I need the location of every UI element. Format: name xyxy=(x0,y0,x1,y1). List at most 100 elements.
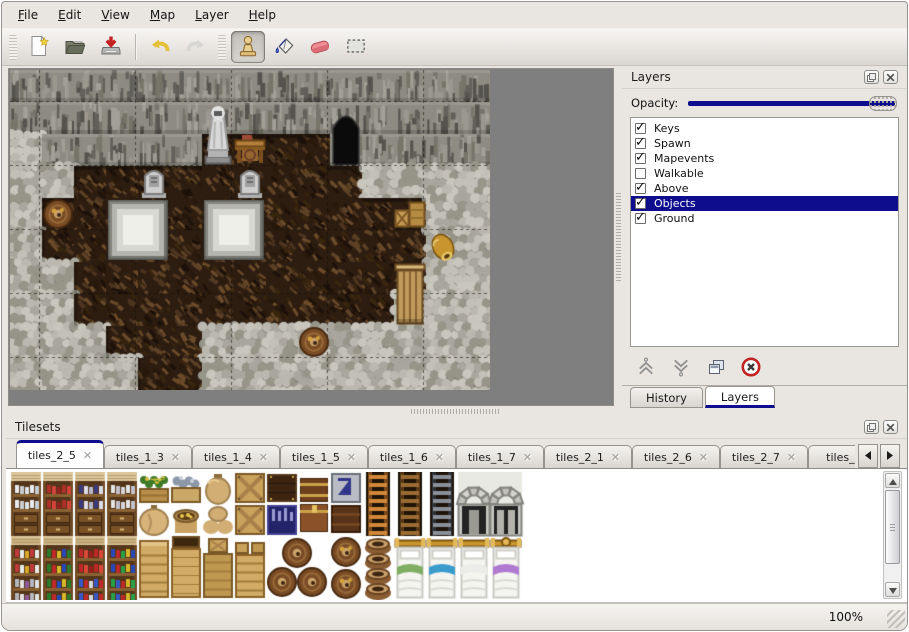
layer-visibility-checkbox[interactable] xyxy=(635,153,646,164)
layer-row[interactable]: Mapevents xyxy=(631,151,898,166)
vertical-splitter[interactable] xyxy=(615,68,622,406)
menu-item[interactable]: View xyxy=(91,4,139,26)
tool-button[interactable] xyxy=(339,31,373,63)
layer-action-button[interactable] xyxy=(704,356,728,380)
redo-icon xyxy=(184,34,208,61)
opacity-slider-handle[interactable] xyxy=(869,96,897,111)
new-file-icon xyxy=(27,34,51,61)
tab-close-icon[interactable]: ✕ xyxy=(699,451,708,464)
tool-button[interactable] xyxy=(267,31,301,63)
tileset-tab[interactable]: tiles_1_4 ✕ xyxy=(192,445,280,468)
tileset-tabbar: tiles_2_5 ✕ tiles_1_3 ✕ tiles_1_4 ✕ tile… xyxy=(16,439,855,468)
scroll-left-icon xyxy=(863,449,873,464)
menu-item[interactable]: Layer xyxy=(185,4,238,26)
tileset-tab-label: tiles_1_5 xyxy=(292,451,340,464)
layer-row[interactable]: Objects xyxy=(631,196,898,211)
layer-action-button[interactable] xyxy=(634,356,658,380)
tileset-tab[interactable]: tiles_1_6 ✕ xyxy=(368,445,456,468)
horizontal-splitter[interactable] xyxy=(2,407,907,416)
tileset-tab[interactable]: tiles_2_6 ✕ xyxy=(632,445,720,468)
save-icon xyxy=(99,34,123,61)
tileset-tab[interactable]: tiles_2_1 ✕ xyxy=(544,445,632,468)
opacity-slider[interactable] xyxy=(686,95,897,111)
toolbar-drag-handle[interactable] xyxy=(218,35,226,60)
close-button[interactable] xyxy=(883,420,898,434)
move-up-icon xyxy=(635,356,657,381)
undo-icon xyxy=(148,34,172,61)
layer-action-button[interactable] xyxy=(669,356,693,380)
layer-visibility-checkbox[interactable] xyxy=(635,168,646,179)
opacity-slider-track[interactable] xyxy=(688,101,895,106)
map-viewport[interactable] xyxy=(8,68,614,406)
tab-close-icon[interactable]: ✕ xyxy=(259,451,268,464)
menu-item[interactable]: Help xyxy=(239,4,286,26)
tileset-tab-label: tiles_1_3 xyxy=(116,451,164,464)
toolbar-button[interactable] xyxy=(22,31,56,63)
layer-visibility-checkbox[interactable] xyxy=(635,138,646,149)
tab-scroll-left-button[interactable] xyxy=(858,444,878,468)
layer-row[interactable]: Keys xyxy=(631,121,898,136)
tab-close-icon[interactable]: ✕ xyxy=(523,451,532,464)
opacity-row: Opacity: xyxy=(631,93,897,113)
tileset-tab[interactable]: tiles_2_5 ✕ xyxy=(16,440,104,468)
open-folder-icon xyxy=(63,34,87,61)
tileset-tab-label: tiles_1_4 xyxy=(204,451,252,464)
tileset-tab[interactable]: tiles_2 ✕ xyxy=(808,445,855,468)
tab-close-icon[interactable]: ✕ xyxy=(611,451,620,464)
tool-button[interactable] xyxy=(303,31,337,63)
map-canvas[interactable] xyxy=(10,70,490,390)
layers-panel-title: Layers xyxy=(631,70,671,84)
scroll-down-button[interactable] xyxy=(885,582,900,597)
tab-close-icon[interactable]: ✕ xyxy=(787,451,796,464)
layer-row[interactable]: Spawn xyxy=(631,136,898,151)
toolbar-drag-handle[interactable] xyxy=(9,35,17,60)
select-tool-icon xyxy=(343,33,369,62)
delete-icon xyxy=(740,356,762,381)
stamp-tool-icon xyxy=(235,33,261,62)
layer-name: Mapevents xyxy=(654,152,714,165)
tileset-tab[interactable]: tiles_1_5 ✕ xyxy=(280,445,368,468)
layer-action-button[interactable] xyxy=(739,356,763,380)
tab-close-icon[interactable]: ✕ xyxy=(347,451,356,464)
tileset-canvas[interactable] xyxy=(10,472,618,600)
toolbar-button[interactable] xyxy=(143,31,177,63)
layer-row[interactable]: Walkable xyxy=(631,166,898,181)
scroll-up-button[interactable] xyxy=(885,473,900,488)
layer-row[interactable]: Ground xyxy=(631,211,898,226)
scrollbar-thumb[interactable] xyxy=(885,490,900,564)
tileset-tab-label: tiles_2 xyxy=(826,451,855,464)
panel-tab[interactable]: History xyxy=(630,387,703,408)
toolbar-button[interactable] xyxy=(58,31,92,63)
layers-panel: Layers Opacity: Keys Spawn xyxy=(622,66,907,407)
tileset-scrollbar[interactable] xyxy=(883,471,902,599)
tool-button[interactable] xyxy=(231,31,265,63)
close-icon xyxy=(886,420,895,435)
close-button[interactable] xyxy=(883,70,898,84)
tileset-tab[interactable]: tiles_1_7 ✕ xyxy=(456,445,544,468)
tab-close-icon[interactable]: ✕ xyxy=(435,451,444,464)
toolbar-button[interactable] xyxy=(94,31,128,63)
layer-name: Walkable xyxy=(654,167,704,180)
tab-close-icon[interactable]: ✕ xyxy=(83,449,92,462)
tileset-tab[interactable]: tiles_2_7 ✕ xyxy=(720,445,808,468)
tab-scroll-right-button[interactable] xyxy=(880,444,900,468)
menu-item[interactable]: Map xyxy=(140,4,185,26)
tileset-tab[interactable]: tiles_1_3 ✕ xyxy=(104,445,192,468)
tab-close-icon[interactable]: ✕ xyxy=(171,451,180,464)
float-button[interactable] xyxy=(864,70,879,84)
layer-visibility-checkbox[interactable] xyxy=(635,213,646,224)
layer-list[interactable]: Keys Spawn Mapevents Walkable xyxy=(630,117,899,347)
menu-item[interactable]: Edit xyxy=(48,4,91,26)
layer-name: Ground xyxy=(654,212,694,225)
float-button[interactable] xyxy=(864,420,879,434)
tileset-content[interactable] xyxy=(6,468,907,603)
toolbar-button[interactable] xyxy=(179,31,213,63)
window-resize-grip[interactable] xyxy=(887,610,905,628)
panel-tab[interactable]: Layers xyxy=(705,386,775,408)
menu-item[interactable]: File xyxy=(8,4,48,26)
float-icon xyxy=(867,420,876,435)
layer-visibility-checkbox[interactable] xyxy=(635,183,646,194)
layer-visibility-checkbox[interactable] xyxy=(635,123,646,134)
layer-row[interactable]: Above xyxy=(631,181,898,196)
layer-visibility-checkbox[interactable] xyxy=(635,198,646,209)
